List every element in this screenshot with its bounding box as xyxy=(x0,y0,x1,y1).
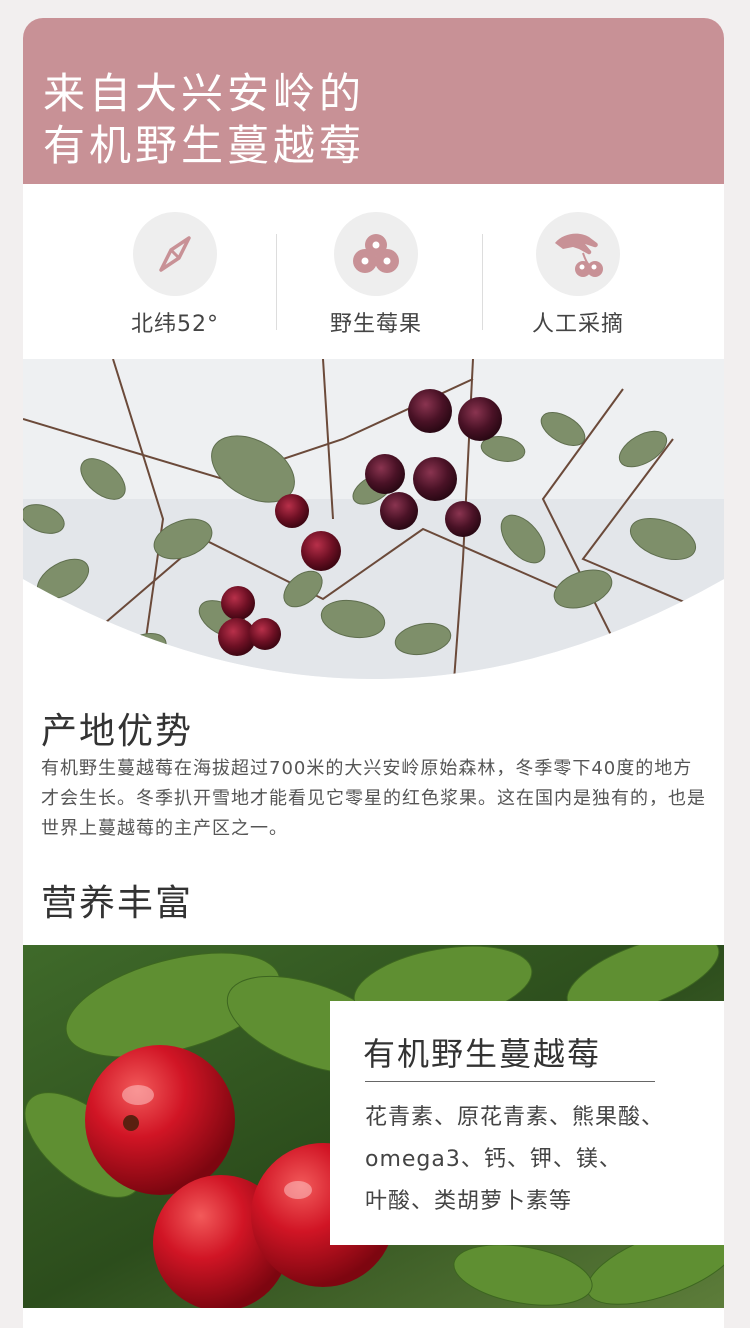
feature-latitude: 北纬52° xyxy=(75,212,275,338)
nutrition-line-1: 花青素、原花青素、熊果酸、 xyxy=(365,1105,665,1130)
nutrition-info-box: 有机野生蔓越莓 花青素、原花青素、熊果酸、 omega3、钙、钾、镁、 叶酸、类… xyxy=(330,1001,724,1245)
origin-body: 有机野生蔓越莓在海拔超过700米的大兴安岭原始森林，冬季零下40度的地方才会生长… xyxy=(41,758,706,839)
feature-hand-picked-label: 人工采摘 xyxy=(531,312,624,337)
product-card: 来自大兴安岭的 有机野生蔓越莓 北纬52° 野生莓果 人工采摘 产地优势 有机野… xyxy=(23,18,724,1328)
hero-title: 来自大兴安岭的 有机野生蔓越莓 xyxy=(43,68,365,172)
nutrition-title: 营养丰富 xyxy=(41,883,194,924)
origin-title: 产地优势 xyxy=(41,711,194,752)
nutrition-box-title: 有机野生蔓越莓 xyxy=(363,1035,602,1073)
nutrition-line-3: 叶酸、类胡萝卜素等 xyxy=(365,1189,573,1214)
hand-picking-icon xyxy=(536,212,620,296)
hero-banner: 来自大兴安岭的 有机野生蔓越莓 xyxy=(23,18,724,184)
wild-cranberry-photo xyxy=(23,359,724,694)
compass-icon xyxy=(133,212,217,296)
divider xyxy=(365,1081,655,1082)
nutrition-list: 花青素、原花青素、熊果酸、 omega3、钙、钾、镁、 叶酸、类胡萝卜素等 xyxy=(365,1097,715,1223)
feature-hand-picked: 人工采摘 xyxy=(478,212,678,338)
hero-title-line-2: 有机野生蔓越莓 xyxy=(43,121,366,170)
feature-latitude-label: 北纬52° xyxy=(131,312,219,337)
berries-icon xyxy=(334,212,418,296)
hero-title-line-1: 来自大兴安岭的 xyxy=(43,69,366,118)
feature-wild-berries-label: 野生莓果 xyxy=(329,312,422,337)
cranberry-closeup-photo: 有机野生蔓越莓 花青素、原花青素、熊果酸、 omega3、钙、钾、镁、 叶酸、类… xyxy=(23,945,724,1308)
feature-wild-berries: 野生莓果 xyxy=(276,212,476,338)
feature-row: 北纬52° 野生莓果 人工采摘 xyxy=(23,184,724,359)
nutrition-line-2: omega3、钙、钾、镁、 xyxy=(365,1147,622,1172)
